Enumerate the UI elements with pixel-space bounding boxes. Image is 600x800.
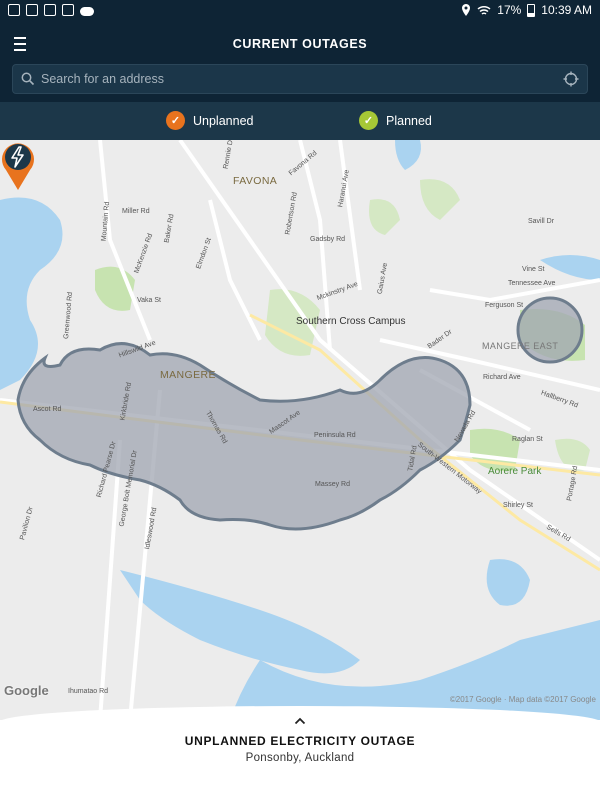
wifi-icon xyxy=(477,5,491,15)
street-label: Peninsula Rd xyxy=(314,432,356,439)
map-copyright: ©2017 Google · Map data ©2017 Google xyxy=(449,695,596,704)
system-status: 17% 10:39 AM xyxy=(461,3,592,17)
app-header: CURRENT OUTAGES ✓ Unplanned ✓ Planned xyxy=(0,22,600,140)
street-label: Ascot Rd xyxy=(33,406,62,413)
search-input[interactable] xyxy=(41,65,541,93)
street-label: Ferguson St xyxy=(485,302,524,309)
search-bar[interactable] xyxy=(12,64,588,94)
street-label: Vine St xyxy=(522,266,545,273)
suburb-favona: FAVONA xyxy=(233,175,278,187)
street-label: Raglan St xyxy=(512,436,543,443)
street-label: Gadsby Rd xyxy=(310,236,346,243)
page-title: CURRENT OUTAGES xyxy=(232,37,368,51)
google-logo: Google xyxy=(4,683,49,698)
notification-icons xyxy=(8,4,94,16)
chevron-up-icon[interactable] xyxy=(294,716,306,726)
street-label: Savill Dr xyxy=(528,218,555,225)
legend-planned[interactable]: ✓ Planned xyxy=(359,111,432,130)
street-label: Miller Rd xyxy=(122,208,150,215)
street-label: Vaka St xyxy=(137,297,161,304)
cloud-icon xyxy=(80,6,94,16)
legend-unplanned-label: Unplanned xyxy=(193,113,254,128)
street-label: Massey Rd xyxy=(315,481,351,488)
legend-planned-label: Planned xyxy=(386,113,432,128)
street-label: Ihumatao Rd xyxy=(68,688,109,695)
street-label: Shirley St xyxy=(503,502,533,509)
legend-unplanned[interactable]: ✓ Unplanned xyxy=(166,111,253,130)
gallery-icon xyxy=(44,4,56,16)
checkmark-icon: ✓ xyxy=(359,111,378,130)
poi-aorere-park: Aorere Park xyxy=(488,466,542,477)
street-label: Richard Ave xyxy=(483,374,521,381)
map-canvas xyxy=(0,140,600,720)
outage-info-sheet[interactable]: UNPLANNED ELECTRICITY OUTAGE Ponsonby, A… xyxy=(0,706,600,800)
outage-map[interactable]: FAVONA MANGERE MANGERE EAST Southern Cro… xyxy=(0,140,600,720)
clock: 10:39 AM xyxy=(541,3,592,17)
search-icon xyxy=(21,72,35,86)
street-label: Tennessee Ave xyxy=(508,280,556,287)
outage-title: UNPLANNED ELECTRICITY OUTAGE xyxy=(184,734,416,748)
sync-icon xyxy=(26,4,38,16)
status-bar: 17% 10:39 AM xyxy=(0,0,600,22)
crosshair-location-icon[interactable] xyxy=(563,71,579,87)
suburb-mangere: MANGERE xyxy=(160,369,216,381)
location-icon xyxy=(462,4,471,16)
image-icon xyxy=(8,4,20,16)
outage-location: Ponsonby, Auckland xyxy=(245,752,355,764)
poi-southern-cross-campus: Southern Cross Campus xyxy=(296,316,406,327)
outage-pin[interactable] xyxy=(0,140,36,192)
mail-icon xyxy=(62,4,74,16)
suburb-mangere-east: MANGERE EAST xyxy=(482,341,559,351)
legend-bar: ✓ Unplanned ✓ Planned xyxy=(0,102,600,140)
checkmark-icon: ✓ xyxy=(166,111,185,130)
battery-percent: 17% xyxy=(497,3,522,17)
battery-icon xyxy=(527,3,536,17)
